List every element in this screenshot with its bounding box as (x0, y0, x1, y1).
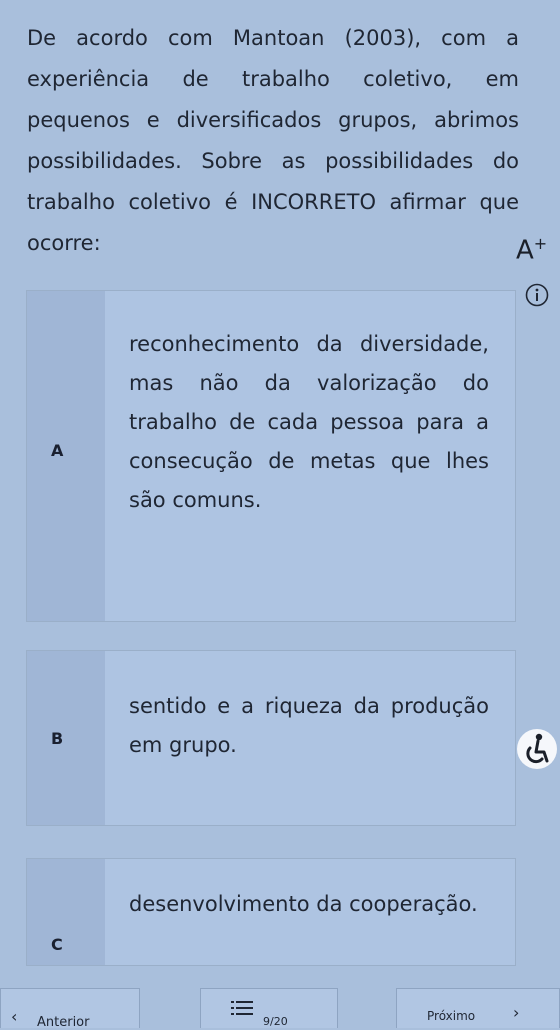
option-letter-column (27, 291, 105, 621)
font-size-plus: + (533, 234, 548, 253)
option-letter: A (51, 441, 64, 460)
question-list-button[interactable]: 9/20 (200, 988, 338, 1028)
next-button[interactable]: Próximo › (396, 988, 560, 1028)
option-text: desenvolvimento da cooperação. (129, 892, 478, 916)
option-text: sentido e a riqueza da produção em grupo… (129, 694, 489, 757)
chevron-left-icon: ‹ (11, 1007, 18, 1026)
option-text: reconhecimento da diversidade, mas não d… (129, 332, 489, 512)
option-a[interactable]: A reconhecimento da diversidade, mas não… (26, 290, 516, 622)
option-letter: B (51, 729, 64, 748)
next-label: Próximo (427, 1009, 476, 1023)
option-letter-column (27, 651, 105, 825)
accessibility-icon[interactable] (516, 728, 558, 770)
option-b[interactable]: B sentido e a riqueza da produção em gru… (26, 650, 516, 826)
option-c[interactable]: C desenvolvimento da cooperação. (26, 858, 516, 966)
font-size-label: A (516, 235, 534, 266)
option-letter: C (51, 935, 63, 954)
chevron-right-icon: › (513, 1003, 520, 1022)
list-icon (231, 1001, 253, 1015)
question-counter: 9/20 (263, 1015, 288, 1028)
info-icon[interactable] (525, 283, 549, 307)
question-text: De acordo com Mantoan (2003), com a expe… (27, 26, 519, 255)
previous-button[interactable]: ‹ Anterior (0, 988, 140, 1030)
option-letter-column (27, 859, 105, 965)
footer-navigation: ‹ Anterior 9/20 Próximo › (0, 988, 560, 1030)
font-size-increase-button[interactable]: A+ (516, 226, 552, 266)
